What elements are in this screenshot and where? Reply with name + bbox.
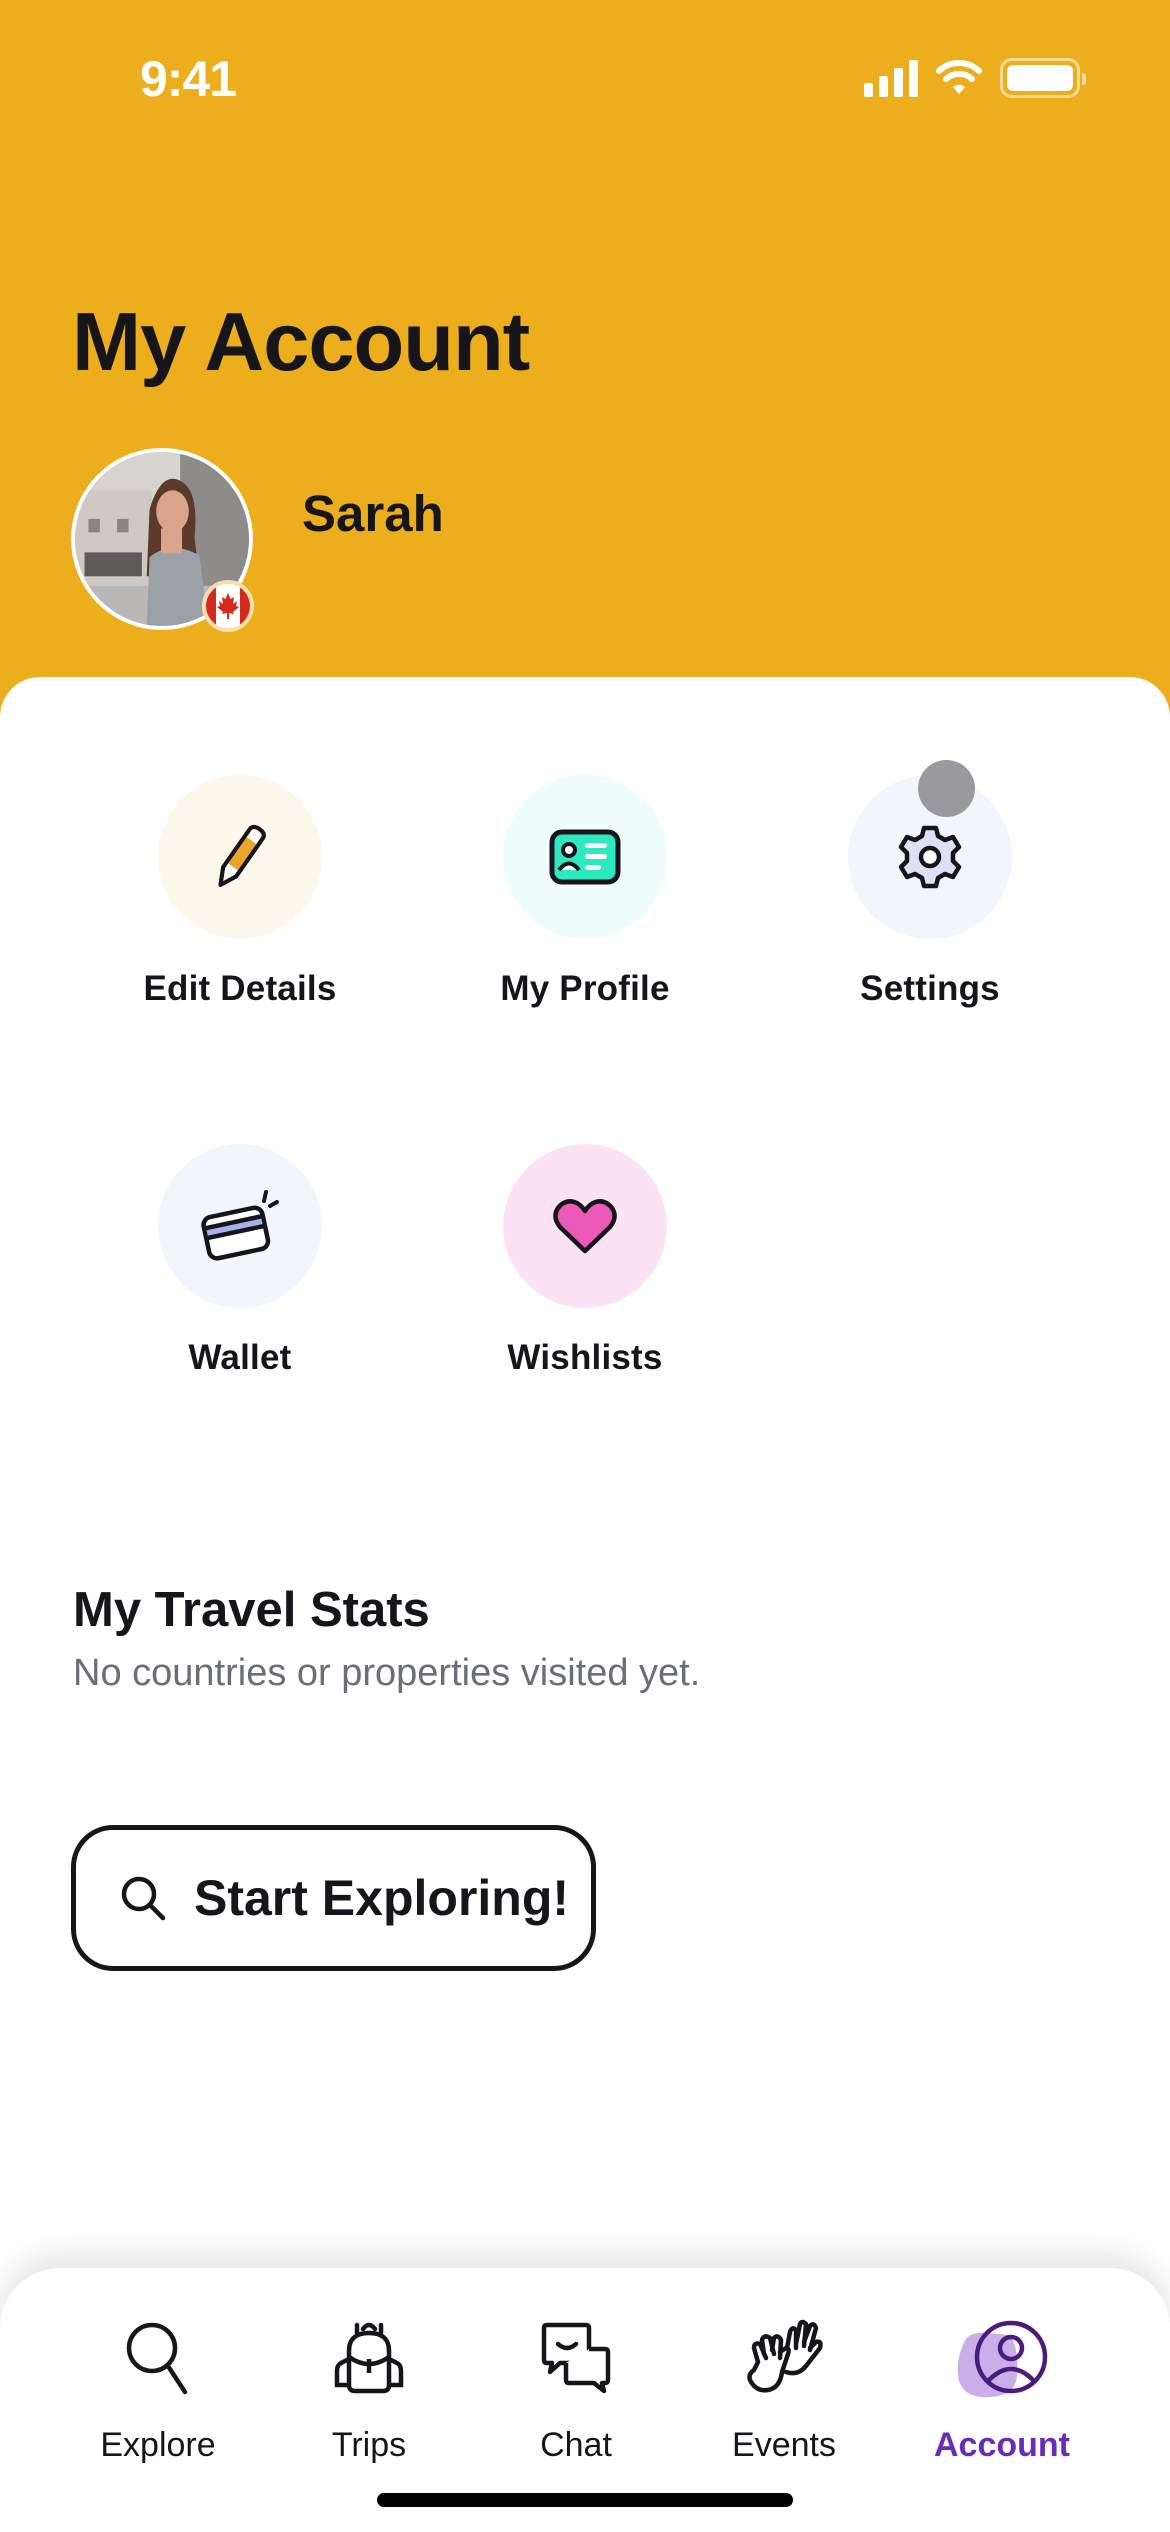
wallet-button[interactable]: Wallet [120,1144,360,1378]
user-circle-icon [957,2320,1048,2398]
chat-bubbles-icon [541,2322,611,2394]
travel-stats-subtitle: No countries or properties visited yet. [73,1652,701,1694]
wishlists-icon-circle [503,1144,667,1308]
high-five-icon [747,2319,823,2393]
touch-indicator [918,760,975,817]
start-exploring-label: Start Exploring! [194,1870,570,1926]
travel-stats-title: My Travel Stats [73,1583,430,1637]
wallet-label: Wallet [188,1338,292,1377]
status-icons [864,58,1086,98]
id-card-icon [549,829,621,885]
settings-label: Settings [860,969,1000,1008]
wifi-icon [936,60,982,94]
pencil-icon [218,824,266,887]
tab-trips[interactable]: Trips [269,2308,469,2465]
canada-flag-icon [206,584,250,628]
user-name: Sarah [302,485,444,542]
start-exploring-button[interactable]: Start Exploring! [71,1825,596,1971]
tab-chat[interactable]: Chat [476,2308,676,2465]
my-profile-button[interactable]: My Profile [465,775,705,1009]
wishlists-button[interactable]: Wishlists [465,1144,705,1378]
search-icon [121,1876,166,1921]
cellular-signal-icon [864,59,918,97]
edit-details-icon-circle [158,775,322,939]
my-profile-icon-circle [503,775,667,939]
tab-trips-label: Trips [331,2426,407,2464]
tab-account-label: Account [934,2426,1070,2464]
backpack-icon [334,2322,404,2394]
my-profile-label: My Profile [500,969,670,1008]
tab-explore-label: Explore [100,2426,216,2464]
heart-icon [553,1199,617,1254]
tab-account[interactable]: Account [902,2308,1102,2465]
tab-events-label: Events [732,2426,836,2464]
credit-card-icon [201,1190,279,1261]
edit-details-button[interactable]: Edit Details [120,775,360,1009]
edit-details-label: Edit Details [143,969,337,1008]
canada-flag-badge [202,580,254,632]
header: 9:41 My Account Sarah [0,0,1170,720]
home-indicator [377,2493,793,2507]
tab-chat-label: Chat [540,2426,612,2464]
battery-icon [1000,58,1086,98]
wallet-icon-circle [158,1144,322,1308]
tab-events[interactable]: Events [684,2308,884,2465]
search-icon [126,2322,188,2395]
tab-explore[interactable]: Explore [58,2308,258,2465]
gear-icon [898,825,962,889]
status-time: 9:41 [140,51,237,107]
wishlists-label: Wishlists [507,1338,663,1377]
page-title: My Account [72,295,530,388]
